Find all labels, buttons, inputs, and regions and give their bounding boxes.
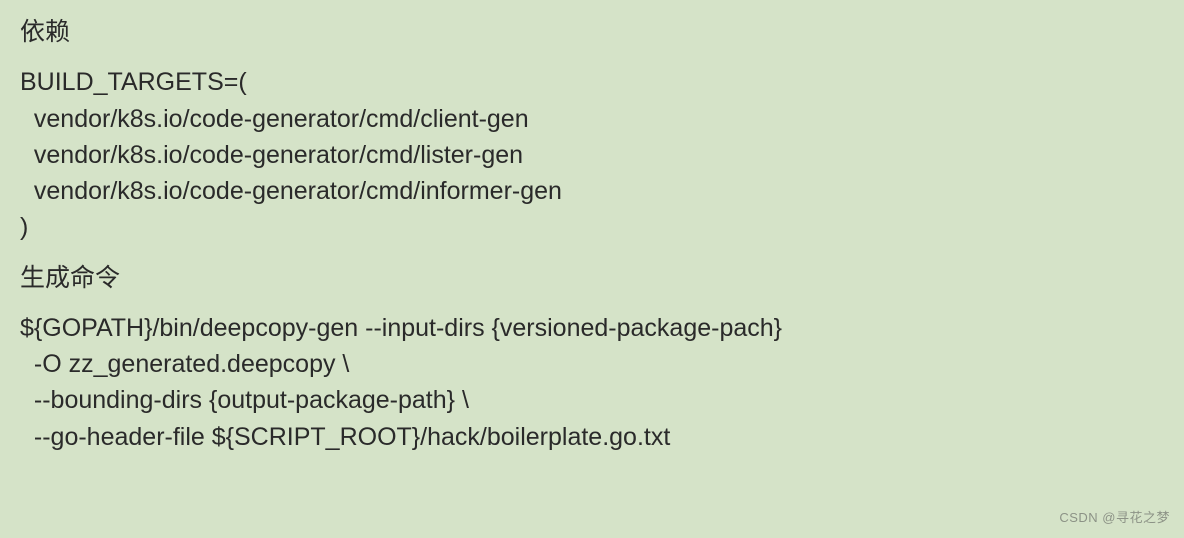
build-target-item: vendor/k8s.io/code-generator/cmd/client-… [20, 101, 1164, 137]
command-line: ${GOPATH}/bin/deepcopy-gen --input-dirs … [20, 310, 1164, 346]
generate-command-heading: 生成命令 [20, 260, 1164, 296]
command-line: --bounding-dirs {output-package-path} \ [20, 382, 1164, 418]
build-targets-open: BUILD_TARGETS=( [20, 64, 1164, 100]
command-line: --go-header-file ${SCRIPT_ROOT}/hack/boi… [20, 419, 1164, 455]
build-target-item: vendor/k8s.io/code-generator/cmd/informe… [20, 173, 1164, 209]
build-target-item: vendor/k8s.io/code-generator/cmd/lister-… [20, 137, 1164, 173]
heading-text: 生成命令 [20, 260, 1164, 296]
command-line: -O zz_generated.deepcopy \ [20, 346, 1164, 382]
heading-text: 依赖 [20, 14, 1164, 50]
watermark-text: CSDN @寻花之梦 [1059, 509, 1170, 528]
generate-command-block: ${GOPATH}/bin/deepcopy-gen --input-dirs … [20, 310, 1164, 455]
build-targets-block: BUILD_TARGETS=( vendor/k8s.io/code-gener… [20, 64, 1164, 245]
build-targets-close: ) [20, 209, 1164, 245]
dependencies-heading: 依赖 [20, 14, 1164, 50]
